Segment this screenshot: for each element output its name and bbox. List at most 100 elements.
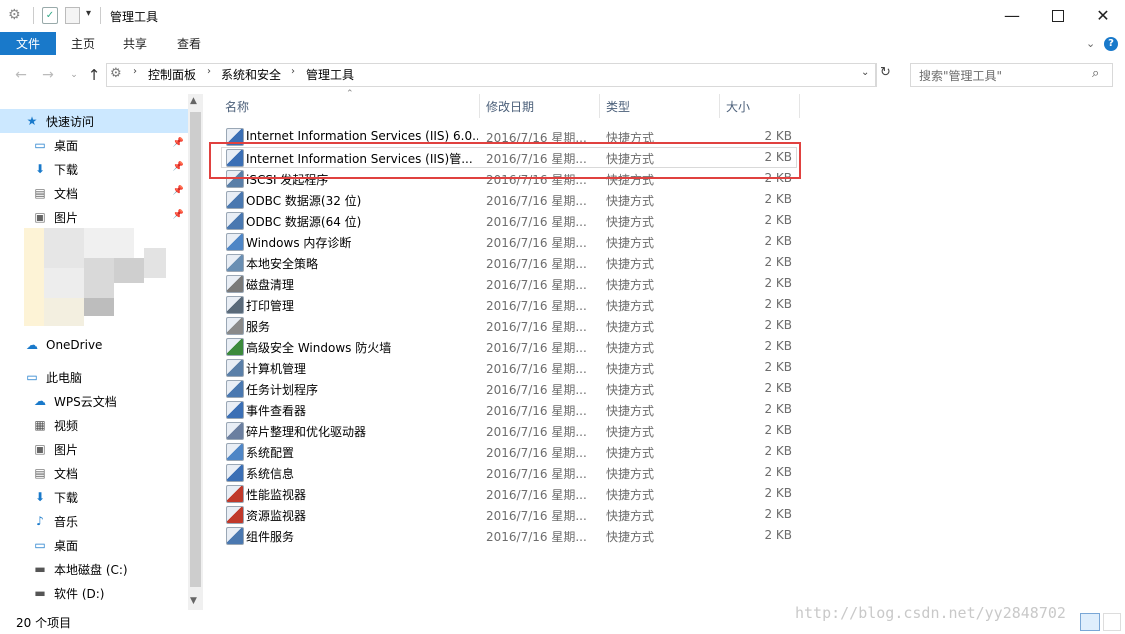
refresh-icon[interactable]: ↻ (880, 65, 891, 80)
file-row[interactable]: 计算机管理 2016/7/16 星期... 快捷方式 2 KB (220, 357, 800, 378)
file-date: 2016/7/16 星期... (486, 362, 587, 376)
tab-view[interactable]: 查看 (167, 32, 211, 55)
file-date: 2016/7/16 星期... (486, 257, 587, 271)
nav-item[interactable]: ⬇ 下载 (0, 485, 188, 509)
shortcut-icon (226, 254, 244, 272)
tab-file[interactable]: 文件 (0, 32, 56, 55)
details-view-icon[interactable] (1080, 613, 1100, 631)
column-separator[interactable] (719, 94, 720, 118)
new-folder-icon[interactable] (65, 7, 80, 24)
nav-item[interactable]: ▣ 图片 (0, 437, 188, 461)
file-size: 2 KB (764, 276, 792, 290)
file-row[interactable]: 服务 2016/7/16 星期... 快捷方式 2 KB (220, 315, 800, 336)
properties-icon[interactable]: ✓ (42, 7, 58, 24)
nav-item[interactable]: ▬ 本地磁盘 (C:) (0, 557, 188, 581)
shortcut-icon (226, 380, 244, 398)
pin-icon[interactable]: 📌 (173, 210, 184, 220)
column-header-size[interactable]: 大小 (726, 98, 750, 115)
file-row[interactable]: ODBC 数据源(64 位) 2016/7/16 星期... 快捷方式 2 KB (220, 210, 800, 231)
explorer-app-icon[interactable]: ⚙ (8, 7, 26, 23)
file-row[interactable]: 性能监视器 2016/7/16 星期... 快捷方式 2 KB (220, 483, 800, 504)
breadcrumb-separator-icon[interactable]: › (291, 66, 295, 77)
file-date: 2016/7/16 星期... (486, 509, 587, 523)
nav-item[interactable]: ▬ 软件 (D:) (0, 581, 188, 605)
nav-item[interactable]: ☁ WPS云文档 (0, 389, 188, 413)
back-arrow-icon[interactable]: ← (11, 65, 31, 85)
large-icons-view-icon[interactable] (1103, 613, 1121, 631)
file-row[interactable]: 事件查看器 2016/7/16 星期... 快捷方式 2 KB (220, 399, 800, 420)
tab-home[interactable]: 主页 (62, 32, 104, 55)
breadcrumb-control-panel[interactable]: 控制面板 (148, 66, 196, 83)
column-header-name[interactable]: 名称 (225, 98, 249, 115)
nav-item[interactable]: ▤ 文档 (0, 461, 188, 485)
pin-icon[interactable]: 📌 (173, 138, 184, 148)
file-row[interactable]: Windows 内存诊断 2016/7/16 星期... 快捷方式 2 KB (220, 231, 800, 252)
search-input[interactable]: 搜索"管理工具" (919, 67, 1002, 84)
breadcrumb-system-security[interactable]: 系统和安全 (221, 66, 281, 83)
column-separator[interactable] (479, 94, 480, 118)
nav-item-label: 图片 (54, 442, 79, 457)
nav-item[interactable]: ☁ OneDrive (0, 333, 188, 357)
file-date: 2016/7/16 星期... (486, 530, 587, 544)
file-row[interactable]: 本地安全策略 2016/7/16 星期... 快捷方式 2 KB (220, 252, 800, 273)
breadcrumb-admin-tools[interactable]: 管理工具 (306, 66, 354, 83)
nav-item[interactable]: ▭ 此电脑 (0, 365, 188, 389)
file-row[interactable]: 高级安全 Windows 防火墙 2016/7/16 星期... 快捷方式 2 KB (220, 336, 800, 357)
nav-item[interactable]: ▣ 图片 📌 (0, 205, 188, 229)
column-separator[interactable] (599, 94, 600, 118)
file-row[interactable]: ODBC 数据源(32 位) 2016/7/16 星期... 快捷方式 2 KB (220, 189, 800, 210)
ribbon-expand-chevron-icon[interactable]: ⌄ (1086, 37, 1095, 50)
file-row[interactable]: 任务计划程序 2016/7/16 星期... 快捷方式 2 KB (220, 378, 800, 399)
nav-scrollbar-thumb[interactable] (190, 112, 201, 587)
customize-toolbar-chevron-icon[interactable]: ▾ (86, 8, 91, 19)
tab-share[interactable]: 共享 (114, 32, 156, 55)
picture-icon: ▣ (34, 210, 46, 224)
file-size: 2 KB (764, 444, 792, 458)
column-header-date[interactable]: 修改日期 (486, 98, 534, 115)
recent-locations-chevron-icon[interactable]: ⌄ (64, 65, 84, 85)
forward-arrow-icon[interactable]: → (38, 65, 58, 85)
help-icon[interactable]: ? (1104, 37, 1118, 51)
file-size: 2 KB (764, 255, 792, 269)
breadcrumb-separator-icon[interactable]: › (207, 66, 211, 77)
file-row[interactable]: 资源监视器 2016/7/16 星期... 快捷方式 2 KB (220, 504, 800, 525)
file-size: 2 KB (764, 129, 792, 143)
column-separator[interactable] (799, 94, 800, 118)
nav-item[interactable]: ▦ 视频 (0, 413, 188, 437)
file-row[interactable]: 系统信息 2016/7/16 星期... 快捷方式 2 KB (220, 462, 800, 483)
file-row[interactable]: 组件服务 2016/7/16 星期... 快捷方式 2 KB (220, 525, 800, 546)
close-icon[interactable]: ✕ (1080, 0, 1125, 31)
file-row[interactable]: 碎片整理和优化驱动器 2016/7/16 星期... 快捷方式 2 KB (220, 420, 800, 441)
search-icon[interactable]: ⌕ (1092, 66, 1099, 81)
scroll-up-arrow-icon[interactable]: ▲ (190, 96, 197, 106)
minimize-icon[interactable]: — (989, 0, 1035, 31)
scroll-down-arrow-icon[interactable]: ▼ (190, 596, 197, 606)
pin-icon[interactable]: 📌 (173, 186, 184, 196)
item-count: 20 个项目 (16, 616, 72, 630)
nav-item[interactable]: ▤ 文档 📌 (0, 181, 188, 205)
pin-icon[interactable]: 📌 (173, 162, 184, 172)
file-row[interactable]: 磁盘清理 2016/7/16 星期... 快捷方式 2 KB (220, 273, 800, 294)
nav-item[interactable]: ▭ 桌面 📌 (0, 133, 188, 157)
nav-item[interactable]: ▭ 桌面 (0, 533, 188, 557)
nav-item[interactable]: ★ 快速访问 (0, 109, 188, 133)
maximize-icon[interactable] (1035, 0, 1081, 31)
file-name: 系统配置 (246, 446, 295, 460)
breadcrumb-separator-icon[interactable]: › (133, 66, 137, 77)
address-dropdown-chevron-icon[interactable]: ⌄ (861, 67, 869, 78)
file-date: 2016/7/16 星期... (486, 467, 587, 481)
shortcut-icon (226, 443, 244, 461)
file-size: 2 KB (764, 213, 792, 227)
file-date: 2016/7/16 星期... (486, 488, 587, 502)
nav-item-label: WPS云文档 (54, 394, 117, 409)
nav-item[interactable]: ⬇ 下载 📌 (0, 157, 188, 181)
file-row[interactable]: 打印管理 2016/7/16 星期... 快捷方式 2 KB (220, 294, 800, 315)
up-arrow-icon[interactable]: ↑ (84, 65, 104, 85)
file-name: 系统信息 (246, 467, 295, 481)
column-header-type[interactable]: 类型 (606, 98, 630, 115)
nav-item-label: 桌面 (54, 138, 79, 153)
nav-item[interactable]: ♪ 音乐 (0, 509, 188, 533)
file-type: 快捷方式 (606, 467, 655, 481)
file-row[interactable]: 系统配置 2016/7/16 星期... 快捷方式 2 KB (220, 441, 800, 462)
file-size: 2 KB (764, 528, 792, 542)
